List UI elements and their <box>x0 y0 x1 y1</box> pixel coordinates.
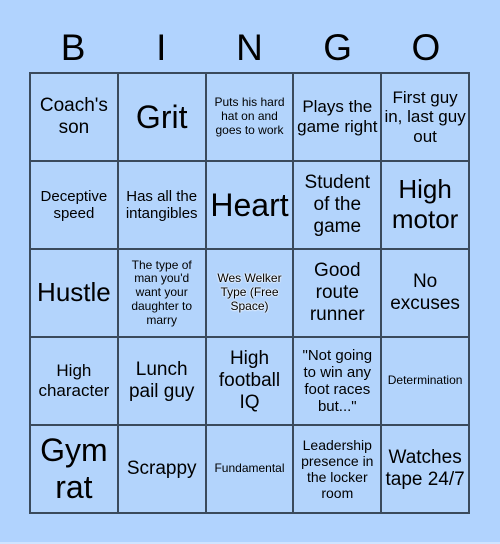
bingo-cell[interactable]: High character <box>30 337 118 425</box>
bingo-cell[interactable]: Plays the game right <box>293 73 382 161</box>
header-letter-i: I <box>156 27 167 68</box>
bingo-cell[interactable]: Student of the game <box>293 161 382 249</box>
bingo-cell[interactable]: Hustle <box>30 249 118 337</box>
bingo-cell[interactable]: Puts his hard hat on and goes to work <box>205 73 294 161</box>
bingo-cell[interactable]: Leadership presence in the locker room <box>293 425 382 513</box>
bingo-cell[interactable]: No excuses <box>381 249 469 337</box>
bingo-card: Coach's son Grit Puts his hard hat on an… <box>29 72 470 514</box>
header-letter-o: O <box>411 27 441 68</box>
bingo-cell[interactable]: Has all the intangibles <box>117 161 206 249</box>
bingo-cell[interactable]: Deceptive speed <box>30 161 118 249</box>
bingo-cell[interactable]: Determination <box>381 337 469 425</box>
header-letter-b: B <box>60 27 86 68</box>
bingo-cell[interactable]: Gym rat <box>30 425 118 513</box>
bingo-cell[interactable]: "Not going to win any foot races but..." <box>293 337 382 425</box>
bingo-cell[interactable]: Good route runner <box>293 249 382 337</box>
bingo-cell[interactable]: High motor <box>381 161 469 249</box>
free-space-cell[interactable]: Wes Welker Type (Free Space) <box>205 249 294 337</box>
bingo-cell[interactable]: The type of man you'd want your daughter… <box>117 249 206 337</box>
bingo-cell[interactable]: Coach's son <box>30 73 118 161</box>
header-letter-n: N <box>236 27 263 68</box>
bingo-cell[interactable]: Grit <box>117 73 206 161</box>
bingo-cell[interactable]: Watches tape 24/7 <box>381 425 469 513</box>
bingo-cell[interactable]: Scrappy <box>117 425 206 513</box>
bingo-cell[interactable]: Heart <box>205 161 294 249</box>
bingo-cell[interactable]: First guy in, last guy out <box>381 73 469 161</box>
bingo-cell[interactable]: Fundamental <box>205 425 294 513</box>
bingo-header: B I N G O <box>29 28 470 68</box>
header-letter-g: G <box>323 27 353 68</box>
bingo-cell[interactable]: High football IQ <box>205 337 294 425</box>
bingo-cell[interactable]: Lunch pail guy <box>117 337 206 425</box>
